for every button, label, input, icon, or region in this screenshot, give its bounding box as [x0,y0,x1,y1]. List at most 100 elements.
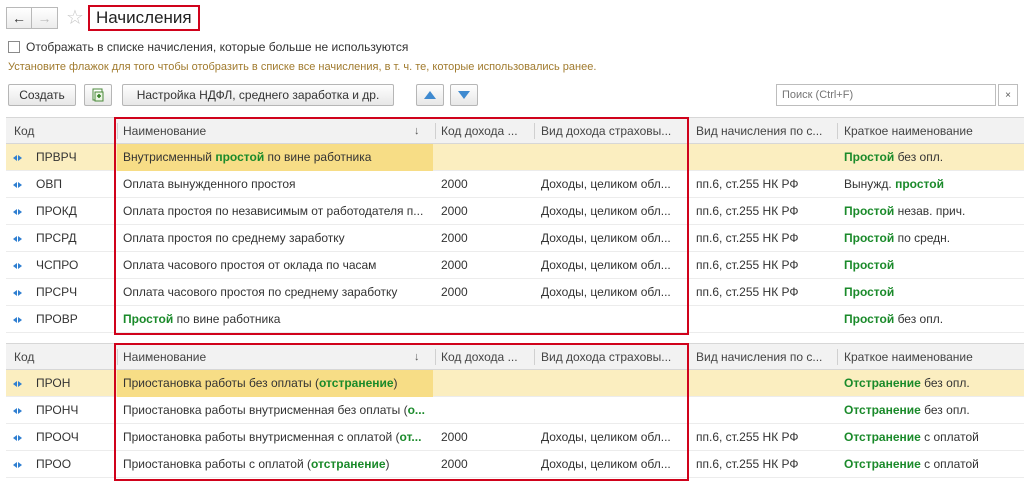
cell-income-code: 2000 [441,204,468,218]
cell-name-text: по вине работника [264,150,372,164]
table-row[interactable]: ПРСРЧ Оплата часового простоя по среднему… [6,279,1024,306]
cell-short-text: с оплатой [920,457,979,471]
table-row[interactable]: ЧСПРО Оплата часового простоя от оклада п… [6,252,1024,279]
cell-short-text: с оплатой [920,430,979,444]
cell-income-kind [541,306,681,333]
cell-short-name: Отстранение без опл. [844,397,1019,424]
column-separator[interactable] [837,123,838,139]
table-row[interactable]: ПРОВР Простой по вине работника Простой бе… [6,306,1024,333]
cell-short-highlight: простой [895,177,944,191]
column-separator[interactable] [534,123,535,139]
cell-code: ПРОКД [36,204,77,218]
cell-short-text: Вынужд. [844,177,896,191]
table-row[interactable]: ОВП Оплата вынужденного простоя 2000 Доходы… [6,171,1024,198]
sort-descending-icon[interactable]: ↓ [414,118,420,145]
cell-accrual-kind: пп.6, ст.255 НК РФ [696,177,799,191]
column-separator[interactable] [534,349,535,365]
cell-short-name: Простой [844,252,1019,279]
cell-name: Приостановка работы с оплатой (отстранен… [123,451,428,478]
column-separator[interactable] [117,123,118,139]
column-header-income-kind[interactable]: Вид дохода страховы... [541,344,681,371]
move-down-button[interactable] [450,84,478,106]
cell-accrual-kind: пп.6, ст.255 НК РФ [696,231,799,245]
cell-name-text: Внутрисменный [123,150,216,164]
column-header-code[interactable]: Код [14,344,114,371]
create-button[interactable]: Создать [8,84,76,106]
cell-name-text: Приостановка работы внутрисменная с опла… [123,430,400,444]
arrow-up-icon [424,91,436,99]
cell-code: ПРОВР [36,312,78,326]
column-separator[interactable] [435,123,436,139]
table-row[interactable]: ПРОН Приостановка работы без оплаты (отст… [6,370,1024,397]
column-separator[interactable] [117,349,118,365]
column-header-short-name[interactable]: Краткое наименование [844,344,1019,371]
column-header-name[interactable]: Наименование [123,344,428,371]
table-row[interactable]: ПРОКД Оплата простоя по независимым от ра… [6,198,1024,225]
cell-short-highlight: Отстранение [844,376,921,390]
column-header-income-kind[interactable]: Вид дохода страховы... [541,118,681,145]
cell-name: Приостановка работы внутрисменная без оп… [123,397,428,424]
column-separator[interactable] [837,349,838,365]
cell-name: Оплата вынужденного простоя [123,171,428,198]
cell-accrual-kind: пп.6, ст.255 НК РФ [696,258,799,272]
cell-income-kind [541,144,681,171]
column-separator[interactable] [435,349,436,365]
cell-short-highlight: Простой [844,285,895,299]
show-unused-checkbox[interactable] [8,41,20,53]
ndfl-settings-button[interactable]: Настройка НДФЛ, среднего заработка и др. [122,84,394,106]
cell-name-highlight: о... [407,403,425,417]
cell-name-text: Оплата простоя по среднему заработку [123,231,345,245]
search-input[interactable] [776,84,996,106]
column-separator[interactable] [688,123,689,139]
column-header-income-code[interactable]: Код дохода ... [441,344,529,371]
copy-button[interactable] [84,84,112,106]
cell-income-code [441,144,529,171]
accruals-table-suspension: Код Наименование ↓ Код дохода ... Вид до… [6,343,1024,478]
column-header-accrual-kind[interactable]: Вид начисления по с... [696,344,834,371]
column-header-code[interactable]: Код [14,118,114,145]
forward-button[interactable]: → [32,7,58,29]
cell-short-name: Вынужд. простой [844,171,1019,198]
hint-text: Установите флажок для того чтобы отобраз… [8,61,597,73]
cell-income-kind: Доходы, целиком обл... [541,457,671,471]
column-header-name[interactable]: Наименование [123,118,428,145]
cell-income-code [441,397,529,424]
cell-income-code: 2000 [441,231,468,245]
cell-accrual-kind [696,306,834,333]
cell-accrual-kind [696,144,834,171]
table-row[interactable]: ПРОО Приостановка работы с оплатой (отстр… [6,451,1024,478]
favorite-star-icon[interactable]: ☆ [66,8,84,28]
table-row[interactable]: ПРООЧ Приостановка работы внутрисменная с… [6,424,1024,451]
cell-short-highlight: Простой [844,204,895,218]
cell-code: ПРСРЧ [36,285,78,299]
cell-name-highlight: простой [215,150,265,164]
search-clear-button[interactable]: × [998,84,1018,106]
page-title: Начисления [87,5,200,31]
column-header-short-name[interactable]: Краткое наименование [844,118,1019,145]
cell-name-text: Оплата простоя по независимым от работод… [123,204,424,218]
cell-code: ПРООЧ [36,430,79,444]
cell-name: Приостановка работы внутрисменная с опла… [123,424,428,451]
cell-accrual-kind [696,370,834,397]
cell-code: ПРОН [36,376,71,390]
cell-name: Внутрисменный простой по вине работника [123,144,428,171]
sort-descending-icon[interactable]: ↓ [414,344,420,371]
table-row[interactable]: ПРОНЧ Приостановка работы внутрисменная б… [6,397,1024,424]
cell-short-highlight: Простой [844,258,895,272]
cell-short-name: Простой по средн. [844,225,1019,252]
copy-icon [92,88,104,102]
back-button[interactable]: ← [6,7,32,29]
table-row[interactable]: ПРСРД Оплата простоя по среднему заработк… [6,225,1024,252]
cell-short-name: Отстранение без опл. [844,370,1019,397]
show-unused-checkbox-row[interactable]: Отображать в списке начисления, которые … [8,40,408,54]
move-up-button[interactable] [416,84,444,106]
column-separator[interactable] [688,349,689,365]
cell-short-text: незав. прич. [894,204,966,218]
cell-code: ПРОНЧ [36,403,79,417]
column-header-accrual-kind[interactable]: Вид начисления по с... [696,118,834,145]
cell-short-text: без опл. [920,403,970,417]
table-row[interactable]: ПРВРЧ Внутрисменный простой по вине работ… [6,144,1024,171]
column-header-income-code[interactable]: Код дохода ... [441,118,529,145]
cell-name: Оплата простоя по независимым от работод… [123,198,428,225]
cell-income-kind [541,397,681,424]
